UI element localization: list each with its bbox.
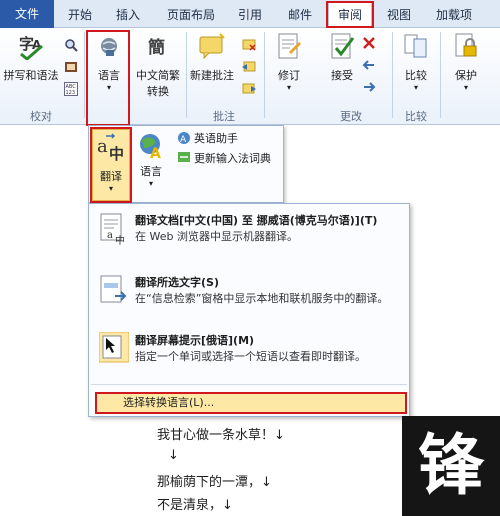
thesaurus-icon[interactable] <box>64 60 78 74</box>
translate-document-title: 翻译文档[中文(中国) 至 挪威语(博克马尔语)](T) <box>135 214 378 227</box>
translate-button[interactable]: a 中 翻译 ▾ <box>92 129 130 201</box>
chinese-convert-button[interactable]: 簡 中文简繁 转换 <box>132 32 184 99</box>
language-button[interactable]: 语言 ▾ <box>90 32 128 92</box>
logo-glyph: 锋 <box>418 427 484 504</box>
track-changes-button[interactable]: 修订 ▾ <box>268 32 310 92</box>
update-ime-icon <box>178 152 190 162</box>
group-separator <box>84 32 85 118</box>
watermark-logo: 锋 <box>402 416 500 516</box>
english-assistant-icon: A <box>178 132 190 145</box>
accept-label: 接受 <box>331 69 353 82</box>
chinese-convert-icon: 簡 <box>147 37 165 58</box>
select-translation-language-item[interactable]: 选择转换语言(L)... <box>95 392 407 414</box>
new-comment-button[interactable]: 新建批注 <box>186 32 238 83</box>
new-comment-icon <box>199 33 225 60</box>
tab-mailings[interactable]: 邮件 <box>282 3 318 27</box>
chevron-down-icon: ▾ <box>106 83 111 92</box>
next-comment-icon[interactable] <box>242 82 256 96</box>
document-line: 那榆荫下的一潭，↓ <box>157 475 272 490</box>
tab-view[interactable]: 视图 <box>382 3 416 27</box>
translate-screentip-desc: 指定一个单词或选择一个短语以查看即时翻译。 <box>135 350 366 363</box>
translate-document-icon: a中 <box>100 213 125 246</box>
chinese-convert-sub: 转换 <box>147 85 169 98</box>
svg-text:a: a <box>107 230 113 241</box>
compare-icon <box>404 34 427 58</box>
protect-button[interactable]: 保护 ▾ <box>444 32 488 92</box>
chevron-down-icon: ▾ <box>108 184 113 193</box>
compare-label: 比较 <box>405 69 427 82</box>
tab-page-layout[interactable]: 页面布局 <box>162 3 220 27</box>
translate-document-desc: 在 Web 浏览器中显示机器翻译。 <box>135 230 298 243</box>
document-line: 我甘心做一条水草！↓ <box>157 428 285 443</box>
english-assistant-item[interactable]: 英语助手 <box>194 130 238 146</box>
translate-screentip-icon <box>99 332 129 363</box>
svg-text:A: A <box>150 146 161 160</box>
language-menu-language-label: 语言 <box>140 165 162 178</box>
track-changes-label: 修订 <box>278 69 300 82</box>
tab-insert[interactable]: 插入 <box>110 3 146 27</box>
svg-text:123: 123 <box>66 90 76 96</box>
translate-selection-item[interactable]: 翻译所选文字(S) 在“信息检索”窗格中显示本地和联机服务中的翻译。 <box>99 274 404 326</box>
translate-screentip-item[interactable]: 翻译屏幕提示[俄语](M) 指定一个单词或选择一个短语以查看即时翻译。 <box>99 332 404 372</box>
language-icon <box>101 38 117 56</box>
next-change-icon[interactable] <box>362 80 376 94</box>
language-menu-language-button[interactable]: A 语言 ▾ <box>133 130 169 190</box>
word-count-icon[interactable]: ABC123 <box>64 82 78 96</box>
translate-selection-icon <box>100 275 127 303</box>
group-separator <box>440 32 441 118</box>
previous-comment-icon[interactable] <box>242 60 256 74</box>
svg-text:中: 中 <box>115 234 125 246</box>
document-line: ↓ <box>168 448 179 463</box>
group-separator <box>392 32 393 118</box>
chevron-down-icon: ▾ <box>463 83 468 92</box>
spelling-label: 拼写和语法 <box>3 69 59 82</box>
previous-change-icon[interactable] <box>362 58 376 72</box>
group-proofing-label: 校对 <box>30 110 52 123</box>
svg-text:簡: 簡 <box>147 37 165 58</box>
tab-home[interactable]: 开始 <box>60 3 100 27</box>
document-line: 不是清泉，↓ <box>157 498 233 513</box>
reject-icon[interactable] <box>362 36 376 50</box>
globe-icon: A <box>140 134 161 162</box>
update-ime-dictionary-item[interactable]: 更新输入法词典 <box>194 150 271 166</box>
protect-label: 保护 <box>455 69 477 82</box>
new-comment-label: 新建批注 <box>190 69 234 82</box>
svg-text:a: a <box>97 136 108 157</box>
compare-button[interactable]: 比较 ▾ <box>396 32 436 92</box>
language-menu: a 中 翻译 ▾ A 语言 ▾ A 英语助手 更新输入法词典 <box>88 125 284 203</box>
spelling-grammar-button[interactable]: 字 A 拼写和语法 <box>2 32 60 83</box>
spelling-icon: 字 A <box>19 35 43 61</box>
research-icon[interactable] <box>64 38 78 52</box>
accept-button[interactable]: 接受 <box>318 32 366 83</box>
tab-review[interactable]: 审阅 <box>328 2 372 28</box>
translate-label: 翻译 <box>100 170 122 183</box>
translate-selection-desc: 在“信息检索”窗格中显示本地和联机服务中的翻译。 <box>135 292 389 305</box>
chevron-down-icon: ▾ <box>286 83 291 92</box>
ribbon-tab-bar: 文件 开始 插入 页面布局 引用 邮件 审阅 视图 加载项 <box>0 0 500 28</box>
svg-text:A: A <box>180 135 187 145</box>
group-compare-label: 比较 <box>405 110 427 123</box>
accept-icon <box>331 33 355 59</box>
chevron-down-icon: ▾ <box>413 83 418 92</box>
group-separator <box>264 32 265 118</box>
svg-text:中: 中 <box>109 145 124 163</box>
delete-comment-icon[interactable] <box>242 38 256 52</box>
lock-icon <box>455 33 477 57</box>
chinese-convert-label: 中文简繁 <box>136 69 180 82</box>
translate-document-item[interactable]: a中 翻译文档[中文(中国) 至 挪威语(博克马尔语)](T) 在 Web 浏览… <box>99 212 404 258</box>
track-changes-icon <box>278 33 301 59</box>
ribbon: 字 A 拼写和语法 ABC 123 校对 语言 ▾ 簡 中文简繁 转换 新建批注… <box>0 28 500 126</box>
translate-menu: a中 翻译文档[中文(中国) 至 挪威语(博克马尔语)](T) 在 Web 浏览… <box>88 203 410 417</box>
translate-screentip-title: 翻译屏幕提示[俄语](M) <box>135 334 255 347</box>
menu-separator <box>91 384 407 385</box>
group-comments-label: 批注 <box>213 110 235 123</box>
group-changes-label: 更改 <box>340 110 362 123</box>
tab-addins[interactable]: 加载项 <box>430 3 478 27</box>
language-label: 语言 <box>98 69 120 82</box>
translate-icon: a 中 <box>97 133 124 163</box>
translate-selection-title: 翻译所选文字(S) <box>135 276 219 289</box>
tab-file[interactable]: 文件 <box>0 0 54 28</box>
tab-references[interactable]: 引用 <box>232 3 268 27</box>
chevron-down-icon: ▾ <box>148 179 153 188</box>
